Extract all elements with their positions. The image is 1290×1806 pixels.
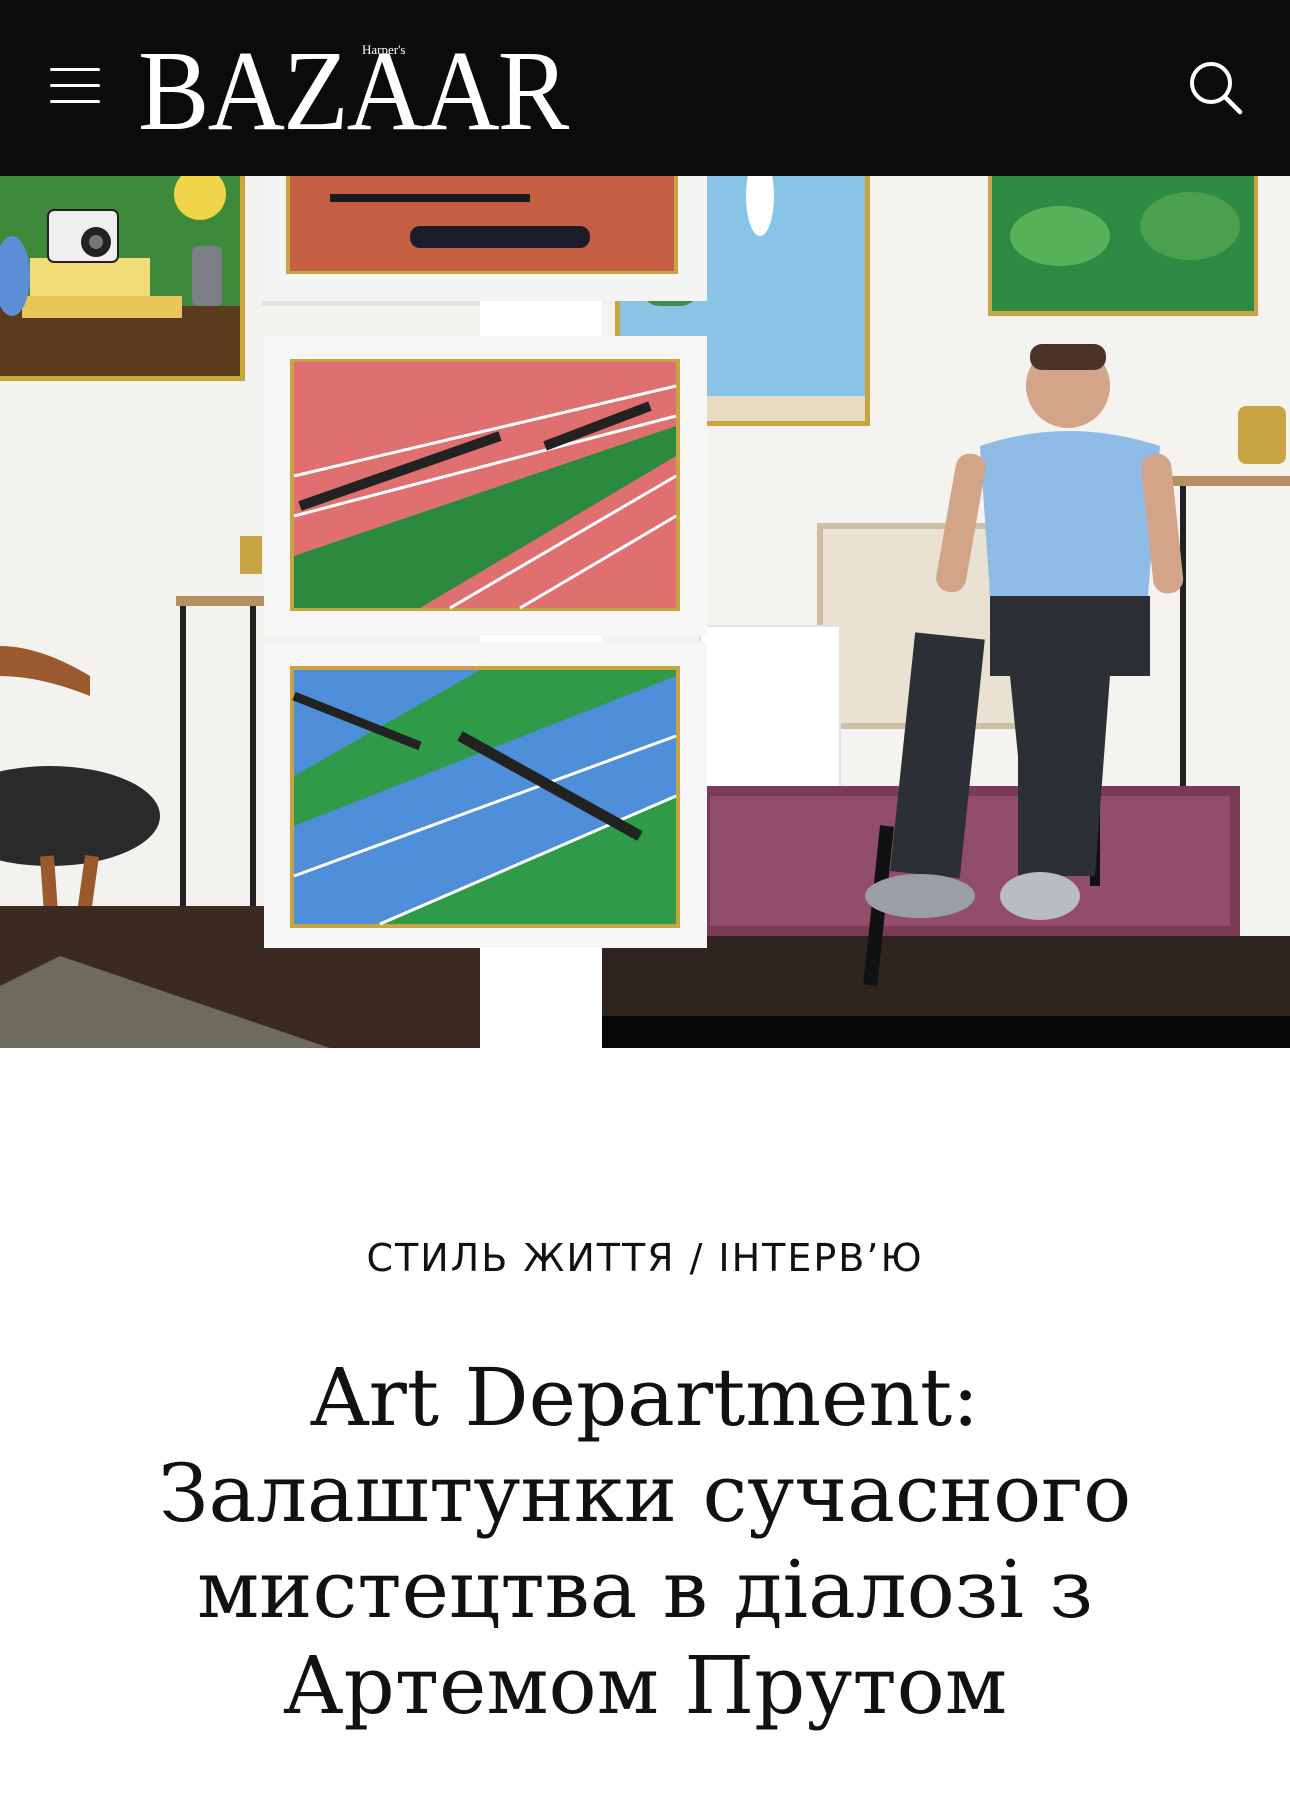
category-link-interview[interactable]: ІНТЕРВ’Ю [718,1236,923,1280]
category-separator: / [689,1236,705,1280]
logo-wordmark: BAZAAR [138,27,569,154]
menu-line [50,84,100,87]
article-title: Art Department: Залаштунки сучасного мис… [158,1351,1132,1732]
article-category-breadcrumb: СТИЛЬ ЖИТТЯ / ІНТЕРВ’Ю [0,1236,1290,1280]
top-navigation-bar: BAZAAR Harper's [0,0,1290,176]
menu-line [50,68,100,71]
hero-photo [0,176,1290,1048]
site-logo[interactable]: BAZAAR Harper's [138,28,569,148]
hamburger-menu-icon[interactable] [50,66,100,106]
hero-illustration [0,176,1290,1048]
category-link-lifestyle[interactable]: СТИЛЬ ЖИТТЯ [367,1236,676,1280]
logo-harpers: Harper's [362,42,406,57]
search-icon[interactable] [1186,58,1244,116]
menu-line [50,100,100,103]
